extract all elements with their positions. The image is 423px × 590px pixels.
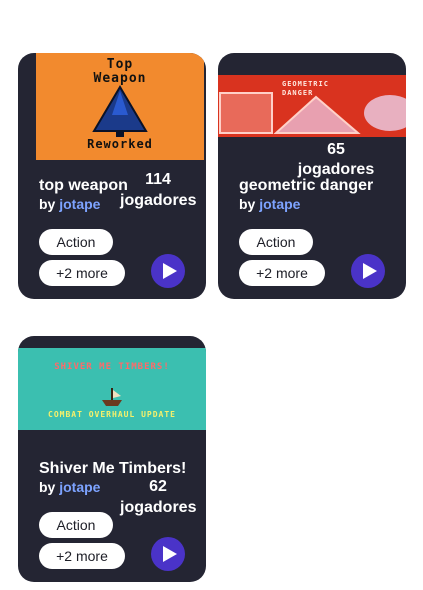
more-tags-button[interactable]: +2 more xyxy=(39,543,125,569)
thumbnail-subtitle: Reworked xyxy=(87,137,153,151)
player-count-number: 65 xyxy=(327,141,345,158)
player-count-label: jogadores xyxy=(120,192,197,209)
game-card-geometric-danger[interactable]: GEOMETRIC DANGER 65 jogadores geometric … xyxy=(218,53,406,299)
genre-tag[interactable]: Action xyxy=(239,229,313,255)
game-thumbnail[interactable]: Top Weapon Reworked xyxy=(36,53,204,160)
game-thumbnail[interactable]: SHIVER ME TIMBERS! COMBAT OVERHAUL UPDAT… xyxy=(18,348,206,430)
author-line: by jotape xyxy=(39,196,100,212)
player-count-number: 114 xyxy=(145,171,171,188)
by-label: by xyxy=(39,196,56,212)
player-count-label: jogadores xyxy=(120,499,197,516)
play-button[interactable] xyxy=(351,254,385,288)
author-link[interactable]: jotape xyxy=(259,196,300,212)
play-button[interactable] xyxy=(151,537,185,571)
author-line: by jotape xyxy=(39,479,100,495)
player-count: 65 xyxy=(298,139,374,160)
game-title[interactable]: top weapon xyxy=(39,177,128,195)
genre-tag[interactable]: Action xyxy=(39,229,113,255)
more-tags-button[interactable]: +2 more xyxy=(239,260,325,286)
game-thumbnail[interactable]: GEOMETRIC DANGER xyxy=(218,75,406,137)
thumbnail-subtitle: COMBAT OVERHAUL UPDATE xyxy=(48,410,176,419)
game-card-top-weapon[interactable]: Top Weapon Reworked top weapon by jotape… xyxy=(18,53,206,299)
play-button[interactable] xyxy=(151,254,185,288)
author-link[interactable]: jotape xyxy=(59,479,100,495)
player-count: 62 jogadores xyxy=(120,476,196,518)
player-count-number: 62 xyxy=(149,478,167,495)
more-tags-button[interactable]: +2 more xyxy=(39,260,125,286)
by-label: by xyxy=(239,196,256,212)
author-link[interactable]: jotape xyxy=(59,196,100,212)
player-count: 114 jogadores xyxy=(120,169,196,211)
game-card-shiver-me-timbers[interactable]: SHIVER ME TIMBERS! COMBAT OVERHAUL UPDAT… xyxy=(18,336,206,582)
geometric-shapes-icon xyxy=(219,92,406,134)
by-label: by xyxy=(39,479,56,495)
game-title[interactable]: geometric danger xyxy=(239,177,373,195)
author-line: by jotape xyxy=(239,196,300,212)
genre-tag[interactable]: Action xyxy=(39,512,113,538)
